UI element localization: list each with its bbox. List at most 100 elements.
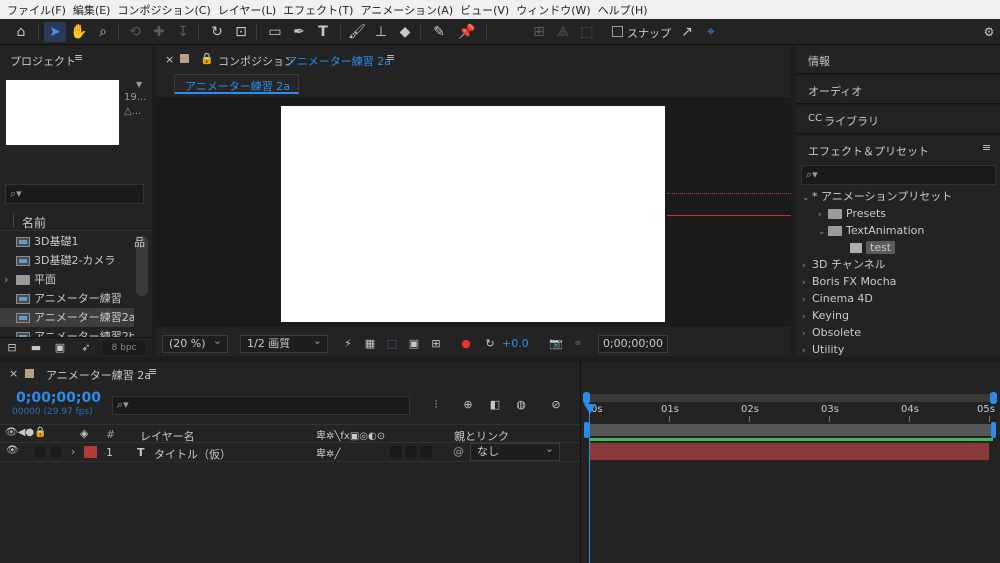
- info-panel[interactable]: 情報: [796, 46, 1000, 74]
- eraser-tool-icon[interactable]: ◆: [394, 22, 416, 42]
- work-area-end[interactable]: [991, 422, 996, 438]
- switches-column-icons[interactable]: 卑✲╲fx▣◎◐⊙: [316, 427, 385, 442]
- home-icon[interactable]: ⌂: [10, 22, 32, 42]
- effects-tree-item[interactable]: › Cinema 4D: [802, 290, 873, 307]
- brush-tool-icon[interactable]: 🖌: [346, 22, 368, 42]
- lock-icon[interactable]: 🔒: [200, 52, 214, 65]
- comp-timecode[interactable]: 0;00;00;00: [598, 335, 668, 353]
- frame-blending-icon[interactable]: ◍: [513, 398, 529, 412]
- effects-tree-item[interactable]: › 3D チャンネル: [802, 256, 886, 273]
- transparency-grid-icon[interactable]: ▦: [362, 337, 378, 351]
- comp-tab-name[interactable]: アニメーター練習 2a: [286, 53, 391, 69]
- project-search-input[interactable]: ⌕▾: [5, 184, 144, 204]
- menu-item-6[interactable]: ビュー(V): [457, 2, 513, 18]
- anchor-tool-icon[interactable]: ⊡: [230, 22, 252, 42]
- color-management-icon[interactable]: ↻: [482, 337, 498, 351]
- layer-switches[interactable]: 卑✲╱: [316, 445, 340, 460]
- project-item[interactable]: 3D基礎1: [0, 232, 134, 251]
- hide-shy-layers-icon[interactable]: ◧: [487, 398, 503, 412]
- dolly-camera-icon[interactable]: ↧: [172, 22, 194, 42]
- effects-tree-item[interactable]: ⌄ * アニメーションプリセット: [802, 188, 952, 205]
- pan-camera-icon[interactable]: ✚: [148, 22, 170, 42]
- clone-stamp-icon[interactable]: ⊥: [370, 22, 392, 42]
- resolution-dropdown[interactable]: 1/2 画質: [240, 333, 328, 353]
- menu-item-7[interactable]: ウィンドウ(W): [513, 2, 594, 18]
- layer-duration-bar[interactable]: [589, 443, 989, 460]
- puppet-pin-icon[interactable]: 📌: [456, 22, 478, 42]
- snap-target-icon[interactable]: ⌖: [700, 22, 722, 42]
- close-tab-icon[interactable]: ×: [9, 367, 18, 380]
- layer-name-column[interactable]: レイヤー名: [140, 428, 195, 444]
- effects-tree-item[interactable]: ⌄ TextAnimation: [802, 222, 924, 239]
- comp-breadcrumb[interactable]: アニメーター練習 2a: [174, 74, 299, 94]
- panel-menu-icon[interactable]: ≡: [386, 51, 395, 64]
- close-tab-icon[interactable]: ×: [165, 53, 174, 66]
- panel-menu-icon[interactable]: ≡: [74, 51, 83, 64]
- effects-tree-item[interactable]: test: [802, 239, 896, 256]
- rotate-tool-icon[interactable]: ↻: [206, 22, 228, 42]
- axis-world-icon[interactable]: ⟁: [552, 22, 574, 42]
- layer-name[interactable]: タイトル（仮）: [154, 446, 231, 462]
- menu-item-5[interactable]: アニメーション(A): [357, 2, 457, 18]
- axis-local-icon[interactable]: ⊞: [528, 22, 550, 42]
- effects-tree-item[interactable]: › Obsolete: [802, 324, 861, 341]
- work-area-navigator[interactable]: [586, 394, 994, 402]
- panel-menu-icon[interactable]: ≡: [982, 141, 991, 154]
- video-eye-icon[interactable]: 👁: [6, 445, 19, 456]
- zoom-dropdown[interactable]: (20 %): [162, 333, 228, 353]
- timeline-search-input[interactable]: ⌕▾: [112, 396, 410, 415]
- comp-viewer[interactable]: [156, 97, 791, 327]
- time-ruler[interactable]: 0s 01s 02s 03s 04s 05s: [581, 402, 1000, 422]
- project-item[interactable]: アニメーター練習: [0, 289, 134, 308]
- libraries-panel[interactable]: CC ライブラリ: [796, 106, 1000, 134]
- rectangle-tool-icon[interactable]: ▭: [264, 22, 286, 42]
- exposure-value[interactable]: +0.0: [502, 337, 529, 350]
- playhead-icon[interactable]: [584, 404, 596, 414]
- selection-tool-icon[interactable]: ➤: [44, 22, 66, 42]
- project-column-header[interactable]: 名前: [0, 212, 152, 231]
- effects-tree-item[interactable]: › Boris FX Mocha: [802, 273, 896, 290]
- label-column-icon[interactable]: ◈: [80, 427, 88, 440]
- menu-item-3[interactable]: レイヤー(L): [215, 2, 280, 18]
- menu-item-8[interactable]: ヘルプ(H): [595, 2, 652, 18]
- snap-option-icon[interactable]: ↗: [676, 22, 698, 42]
- axis-view-icon[interactable]: ⬚: [576, 22, 598, 42]
- project-item[interactable]: アニメーター練習2a: [0, 308, 134, 327]
- channel-icon[interactable]: ●: [458, 337, 474, 351]
- bpc-indicator[interactable]: 8 bpc: [103, 341, 145, 355]
- menu-item-1[interactable]: 編集(E): [70, 2, 115, 18]
- parent-dropdown[interactable]: なし: [470, 441, 560, 461]
- pick-whip-icon[interactable]: @: [453, 445, 464, 458]
- layer-row[interactable]: 👁 › 1 T タイトル（仮） 卑✲╱ @ なし: [0, 441, 580, 462]
- fast-preview-icon[interactable]: ⚡: [340, 337, 356, 351]
- pen-tool-icon[interactable]: ✒: [288, 22, 310, 42]
- current-time-indicator[interactable]: [589, 404, 590, 563]
- comp-canvas[interactable]: [281, 106, 665, 322]
- orbit-camera-icon[interactable]: ⟲: [124, 22, 146, 42]
- menu-item-2[interactable]: コンポジション(C): [114, 2, 214, 18]
- menu-item-0[interactable]: ファイル(F): [4, 2, 70, 18]
- thumbnail-dropdown-icon[interactable]: ▼: [136, 80, 142, 89]
- timeline-timecode[interactable]: 0;00;00;00: [16, 390, 101, 406]
- expand-layer-icon[interactable]: ›: [71, 445, 75, 458]
- region-of-interest-icon[interactable]: ▣: [406, 337, 422, 351]
- effects-search-input[interactable]: ⌕▾: [801, 165, 996, 185]
- workspace-menu-icon[interactable]: ⚙: [978, 22, 1000, 42]
- mask-visibility-icon[interactable]: ⬚: [384, 337, 400, 351]
- comp-mini-flowchart-icon[interactable]: ⫶: [428, 398, 444, 412]
- audio-panel[interactable]: オーディオ: [796, 76, 1000, 104]
- zoom-tool-icon[interactable]: ⌕: [92, 22, 114, 42]
- effects-tree-item[interactable]: › Keying: [802, 307, 849, 324]
- time-graph[interactable]: 0s 01s 02s 03s 04s 05s: [580, 362, 1000, 563]
- grid-guides-icon[interactable]: ⊞: [428, 337, 444, 351]
- project-item[interactable]: 3D基礎2-カメラ: [0, 251, 134, 270]
- effects-tree-item[interactable]: › Presets: [802, 205, 886, 222]
- type-tool-icon[interactable]: T: [312, 22, 334, 42]
- snap-checkbox[interactable]: [612, 26, 623, 37]
- work-area-bar[interactable]: [586, 424, 994, 436]
- new-folder-icon[interactable]: ▬: [28, 341, 44, 355]
- flowchart-icon[interactable]: 品: [134, 234, 145, 250]
- render-queue-icon[interactable]: ➶: [78, 341, 94, 355]
- snapshot-icon[interactable]: 📷: [548, 337, 564, 351]
- hand-tool-icon[interactable]: ✋: [68, 22, 90, 42]
